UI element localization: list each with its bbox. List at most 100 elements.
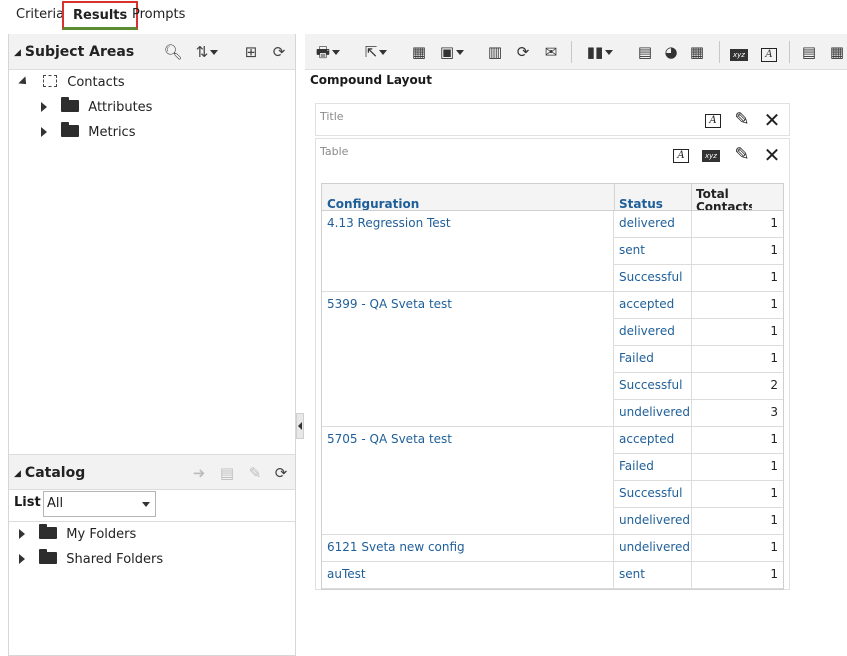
- results-toolbar: 🖶 ⇱ ▦ ▣ ▥ ⟳ ✉ ▮▮ ▤ ◕ ▦ xyz A ▤ ▦: [305, 34, 847, 70]
- total-contacts-cell: 1: [691, 319, 783, 346]
- column-header-status[interactable]: Status: [619, 184, 689, 210]
- tree-item-contacts-label: Contacts: [67, 75, 125, 90]
- configuration-group: auTest: [322, 562, 614, 589]
- add-graph-icon[interactable]: ◕: [661, 42, 681, 62]
- tab-prompts[interactable]: Prompts: [132, 0, 185, 29]
- schedule-icon[interactable]: ▦: [409, 42, 429, 62]
- toolbar-separator: [719, 41, 720, 63]
- status-cell[interactable]: sent: [614, 562, 691, 589]
- catalog-title[interactable]: ◢ Catalog: [14, 455, 85, 492]
- remove-view-icon[interactable]: ✕: [762, 110, 782, 130]
- status-cell[interactable]: Successful: [614, 265, 691, 292]
- options-icon[interactable]: ▣: [435, 42, 469, 62]
- print-icon[interactable]: 🖶: [311, 42, 345, 62]
- results-table: Configuration Status Total Contacts 4.13…: [321, 183, 784, 590]
- subject-area-icon: [43, 75, 58, 87]
- expand-icon[interactable]: [19, 554, 25, 564]
- status-cell[interactable]: Successful: [614, 373, 691, 400]
- status-cell[interactable]: accepted: [614, 427, 691, 454]
- total-contacts-cell: 1: [691, 211, 783, 238]
- configuration-link[interactable]: 4.13 Regression Test: [327, 211, 451, 235]
- tree-item-contacts[interactable]: Contacts: [18, 72, 125, 94]
- expand-icon[interactable]: [19, 529, 25, 539]
- export-icon[interactable]: ⇱: [359, 42, 393, 62]
- column-header-total-contacts[interactable]: Total Contacts: [696, 184, 752, 211]
- format-view-icon[interactable]: A: [703, 110, 723, 130]
- tab-criteria[interactable]: Criteria: [16, 0, 64, 29]
- tree-item-shared-folders-label: Shared Folders: [66, 552, 164, 567]
- catalog-list-select[interactable]: All: [43, 491, 156, 517]
- add-table-icon[interactable]: ▤: [635, 42, 655, 62]
- total-contacts-cell: 1: [691, 454, 783, 481]
- total-contacts-cell: 1: [691, 292, 783, 319]
- catalog-list-value: All: [47, 496, 64, 511]
- status-cell[interactable]: accepted: [614, 292, 691, 319]
- add-report-icon[interactable]: ▤: [799, 42, 819, 62]
- format-container-icon[interactable]: xyz: [701, 145, 721, 165]
- tree-item-shared-folders[interactable]: Shared Folders: [19, 549, 163, 571]
- title-view-label: Title: [320, 110, 344, 123]
- tree-item-attributes-label: Attributes: [88, 100, 153, 115]
- refresh-icon[interactable]: ⟳: [269, 42, 289, 62]
- tree-item-attributes[interactable]: Attributes: [41, 97, 152, 119]
- status-cell[interactable]: undelivered: [614, 535, 691, 562]
- configuration-link[interactable]: auTest: [327, 562, 366, 586]
- add-pivot-icon[interactable]: ▦: [687, 42, 707, 62]
- properties-icon: ▤: [219, 464, 235, 482]
- title-icon[interactable]: A: [759, 42, 779, 62]
- format-view-icon[interactable]: A: [671, 145, 691, 165]
- configuration-group: 5399 - QA Sveta test: [322, 292, 614, 427]
- tab-results[interactable]: Results: [62, 1, 139, 30]
- title-view: Title A ✎ ✕: [315, 103, 790, 136]
- narrative-icon[interactable]: xyz: [729, 42, 749, 62]
- status-cell[interactable]: Failed: [614, 346, 691, 373]
- more-icon[interactable]: ▦: [827, 42, 847, 62]
- tree-item-metrics[interactable]: Metrics: [41, 122, 135, 144]
- subject-areas-header: ◢ Subject Areas 🔍︎ ⇅ ⊞ ⟳: [9, 34, 295, 70]
- sort-icon[interactable]: ⇅: [191, 42, 223, 62]
- column-header-configuration[interactable]: Configuration: [327, 184, 612, 210]
- tree-item-my-folders[interactable]: My Folders: [19, 524, 136, 546]
- status-cell[interactable]: undelivered: [614, 508, 691, 535]
- expand-icon[interactable]: [41, 127, 47, 137]
- folder-icon: [61, 122, 80, 137]
- toolbar-separator: [571, 41, 572, 63]
- arrow-right-icon: ➜: [192, 464, 206, 482]
- configuration-group: 5705 - QA Sveta test: [322, 427, 614, 535]
- total-contacts-cell: 1: [691, 481, 783, 508]
- panel-collapse-handle[interactable]: [296, 413, 304, 439]
- status-cell[interactable]: Successful: [614, 481, 691, 508]
- new-view-icon[interactable]: ▮▮: [583, 42, 617, 62]
- status-cell[interactable]: delivered: [614, 211, 691, 238]
- email-icon[interactable]: ✉: [541, 42, 561, 62]
- total-contacts-cell: 2: [691, 373, 783, 400]
- divider: [9, 521, 295, 522]
- configuration-link[interactable]: 5705 - QA Sveta test: [327, 427, 452, 451]
- total-contacts-cell: 1: [691, 508, 783, 535]
- filters-icon[interactable]: ▥: [485, 42, 505, 62]
- total-contacts-cell: 1: [691, 265, 783, 292]
- folder-icon: [39, 524, 58, 539]
- toolbar-separator: [789, 41, 790, 63]
- refresh-icon[interactable]: ⟳: [513, 42, 533, 62]
- total-contacts-cell: 1: [691, 238, 783, 265]
- status-cell[interactable]: sent: [614, 238, 691, 265]
- remove-view-icon[interactable]: ✕: [762, 145, 782, 165]
- edit-view-icon[interactable]: ✎: [732, 110, 752, 130]
- subject-areas-title[interactable]: ◢ Subject Areas: [14, 34, 134, 71]
- search-icon[interactable]: 🔍︎: [163, 42, 183, 62]
- compound-layout-title: Compound Layout: [310, 73, 432, 87]
- configuration-link[interactable]: 5399 - QA Sveta test: [327, 292, 452, 316]
- total-contacts-cell: 1: [691, 535, 783, 562]
- refresh-icon[interactable]: ⟳: [271, 463, 291, 483]
- status-cell[interactable]: Failed: [614, 454, 691, 481]
- status-cell[interactable]: delivered: [614, 319, 691, 346]
- add-to-layout-icon[interactable]: ⊞: [241, 42, 261, 62]
- expand-icon[interactable]: [41, 102, 47, 112]
- edit-view-icon[interactable]: ✎: [732, 145, 752, 165]
- tree-item-metrics-label: Metrics: [88, 125, 136, 140]
- catalog-list-label: List: [14, 495, 41, 510]
- status-cell[interactable]: undelivered: [614, 400, 691, 427]
- total-contacts-cell: 1: [691, 346, 783, 373]
- configuration-link[interactable]: 6121 Sveta new config: [327, 535, 465, 559]
